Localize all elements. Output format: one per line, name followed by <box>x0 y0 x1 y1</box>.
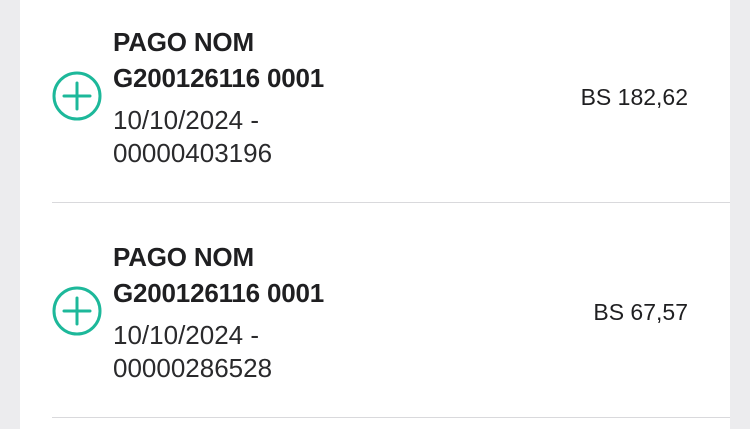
transaction-row[interactable]: PAGO NOM G200126116 0001 10/10/2024 - 00… <box>20 0 730 201</box>
transaction-title-line1: PAGO NOM <box>113 242 254 272</box>
transaction-amount: BS 182,62 <box>580 84 688 110</box>
transaction-date: 10/10/2024 - <box>113 320 260 350</box>
transactions-list: PAGO NOM G200126116 0001 10/10/2024 - 00… <box>20 0 730 429</box>
plus-circle-icon[interactable] <box>52 71 102 121</box>
transaction-title-line2: G200126116 0001 <box>113 278 324 308</box>
transaction-title-line2: G200126116 0001 <box>113 63 324 93</box>
transaction-subtitle: 10/10/2024 - 00000286528 <box>113 319 443 385</box>
transaction-title: PAGO NOM G200126116 0001 <box>113 239 443 311</box>
transaction-date: 10/10/2024 - <box>113 105 260 135</box>
transaction-details: PAGO NOM G200126116 0001 10/10/2024 - 00… <box>113 24 443 170</box>
plus-circle-icon[interactable] <box>52 286 102 336</box>
transaction-amount: BS 67,57 <box>593 299 688 325</box>
transaction-details: PAGO NOM G200126116 0001 10/10/2024 - 00… <box>113 239 443 385</box>
row-divider <box>52 417 730 418</box>
transaction-title-line1: PAGO NOM <box>113 27 254 57</box>
transaction-reference: 00000403196 <box>113 138 273 168</box>
transaction-reference: 00000286528 <box>113 353 273 383</box>
transaction-title: PAGO NOM G200126116 0001 <box>113 24 443 96</box>
transaction-subtitle: 10/10/2024 - 00000403196 <box>113 104 443 170</box>
transaction-row[interactable]: PAGO NOM G200126116 0001 10/10/2024 - 00… <box>20 202 730 416</box>
